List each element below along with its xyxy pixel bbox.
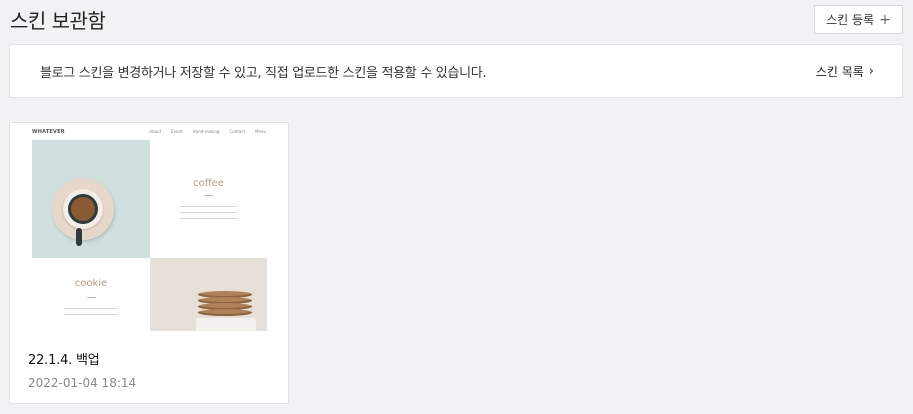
skin-date: 2022-01-04 18:14 bbox=[28, 376, 137, 390]
thumbnail-logo: WHATEVER bbox=[32, 129, 65, 135]
thumbnail-nav-item: Menu bbox=[255, 129, 266, 134]
chevron-right-icon: › bbox=[868, 63, 874, 79]
coffee-heading: coffee bbox=[193, 178, 224, 189]
skin-thumbnail: WHATEVER About Event Hand-making Contact… bbox=[10, 123, 288, 331]
thumbnail-nav-item: Hand-making bbox=[192, 129, 220, 134]
skin-list-link[interactable]: 스킨 목록 › bbox=[816, 63, 874, 80]
register-skin-button[interactable]: 스킨 등록 + bbox=[814, 5, 903, 34]
coffee-shape bbox=[71, 197, 95, 221]
cookie-stack-image bbox=[150, 258, 267, 331]
plate-shape bbox=[196, 318, 256, 331]
cookie-text-tile: cookie bbox=[32, 258, 150, 331]
skin-name: 22.1.4. 백업 bbox=[28, 353, 100, 368]
skin-card[interactable]: WHATEVER About Event Hand-making Contact… bbox=[9, 122, 289, 404]
register-skin-label: 스킨 등록 bbox=[826, 13, 875, 27]
page-title: 스킨 보관함 bbox=[10, 9, 106, 33]
coffee-text-tile: coffee bbox=[150, 140, 267, 258]
placeholder-lines bbox=[64, 308, 118, 320]
cup-handle-shape bbox=[76, 228, 82, 246]
coffee-cup-image bbox=[32, 140, 150, 258]
divider bbox=[204, 195, 213, 196]
placeholder-lines bbox=[180, 206, 237, 224]
cookie-heading: cookie bbox=[74, 278, 108, 289]
skin-card-body: 22.1.4. 백업 2022-01-04 18:14 bbox=[10, 331, 288, 390]
thumbnail-nav-item: Contact bbox=[229, 129, 246, 134]
divider bbox=[87, 297, 96, 298]
plus-icon: + bbox=[879, 11, 891, 28]
thumbnail-nav-item: About bbox=[149, 129, 162, 134]
info-text: 블로그 스킨을 변경하거나 저장할 수 있고, 직접 업로드한 스킨을 적용할 … bbox=[40, 65, 487, 81]
info-bar: 블로그 스킨을 변경하거나 저장할 수 있고, 직접 업로드한 스킨을 적용할 … bbox=[9, 44, 903, 98]
thumbnail-nav: About Event Hand-making Contact Menu bbox=[149, 129, 266, 134]
thumbnail-nav-item: Event bbox=[171, 129, 183, 134]
skin-list-label: 스킨 목록 bbox=[815, 64, 864, 79]
cookie-stack-shape bbox=[198, 291, 252, 319]
